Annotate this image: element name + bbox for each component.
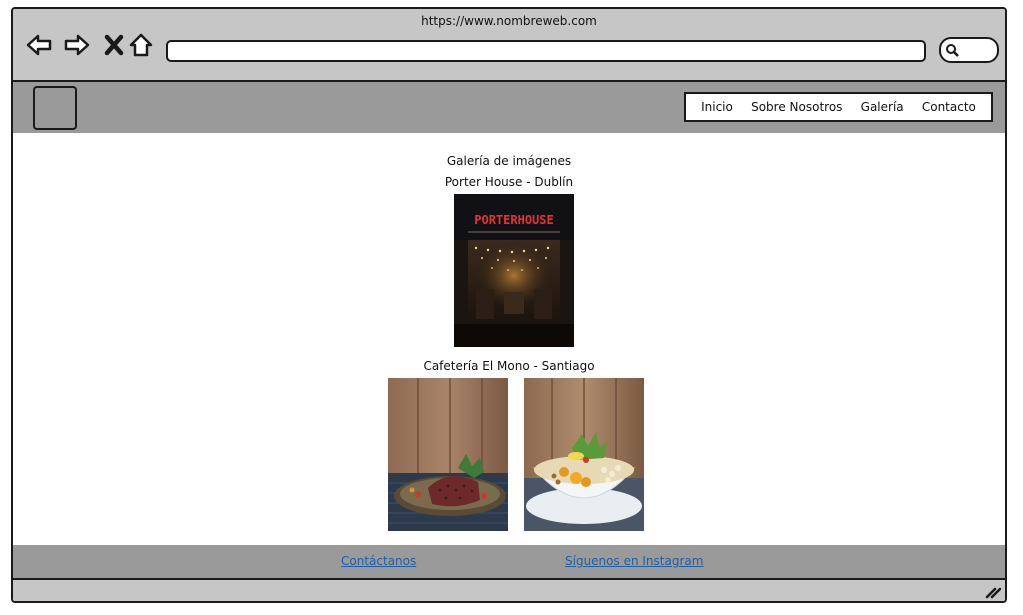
browser-toolbar: https://www.nombreweb.com (13, 9, 1005, 82)
logo-placeholder[interactable] (33, 86, 77, 130)
browser-window: https://www.nombreweb.com Inicio Sobre N… (11, 7, 1007, 603)
page-title: Galería de imágenes (446, 154, 572, 168)
porter-house-sign-text: PORTERHOUSE (474, 213, 553, 227)
instagram-link[interactable]: Síguenos en Instagram (565, 554, 703, 568)
nav-item-contacto[interactable]: Contacto (922, 100, 976, 114)
address-bar[interactable] (166, 40, 926, 62)
search-button[interactable] (939, 37, 999, 63)
site-footer: Contáctanos Síguenos en Instagram (13, 545, 1005, 578)
home-icon[interactable] (127, 31, 155, 59)
forward-arrow-icon[interactable] (63, 31, 91, 59)
nav-item-inicio[interactable]: Inicio (701, 100, 733, 114)
back-arrow-icon[interactable] (25, 31, 53, 59)
tuna-dish-photo[interactable] (388, 378, 508, 531)
url-text: https://www.nombreweb.com (421, 14, 597, 28)
ceviche-bowl-photo[interactable] (524, 378, 644, 531)
close-icon[interactable] (101, 31, 129, 59)
status-bar (13, 578, 1005, 601)
site-header: Inicio Sobre Nosotros Galería Contacto (13, 82, 1005, 133)
nav-menu: Inicio Sobre Nosotros Galería Contacto (684, 92, 993, 122)
section-caption-porter-house: Porter House - Dublín (444, 175, 574, 189)
search-icon (946, 44, 959, 57)
resize-grip-icon[interactable] (985, 585, 1001, 599)
nav-item-galeria[interactable]: Galería (861, 100, 904, 114)
porter-house-photo[interactable]: PORTERHOUSE (454, 194, 574, 347)
section-caption-el-mono: Cafetería El Mono - Santiago (423, 359, 595, 373)
nav-item-sobre-nosotros[interactable]: Sobre Nosotros (751, 100, 842, 114)
contact-link[interactable]: Contáctanos (341, 554, 416, 568)
